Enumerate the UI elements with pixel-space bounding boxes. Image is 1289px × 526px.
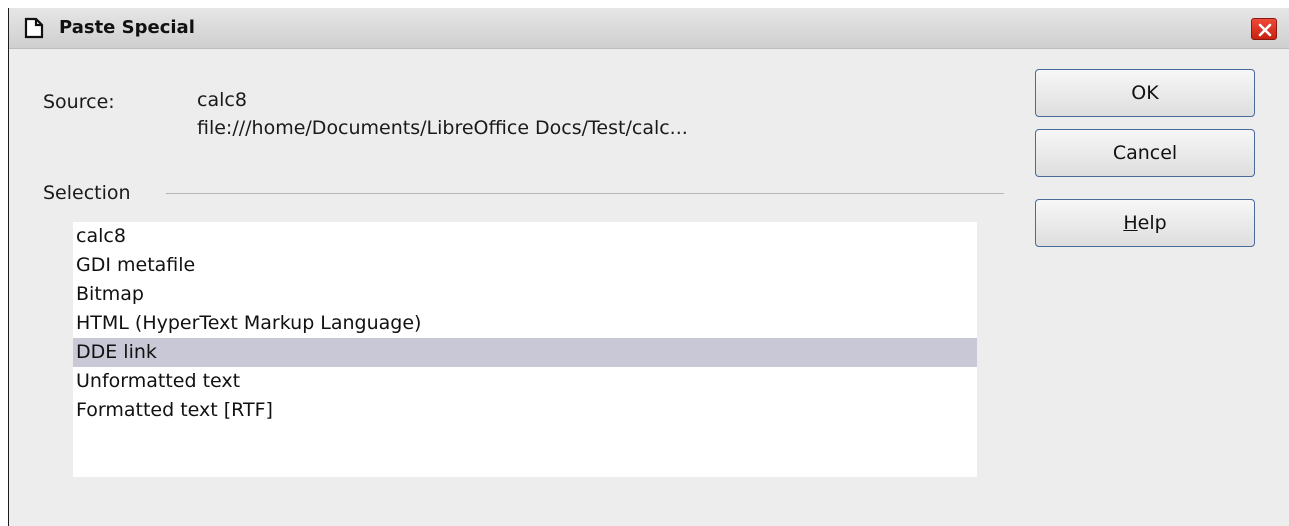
close-button[interactable] — [1251, 18, 1277, 40]
selection-separator — [166, 193, 1004, 194]
document-icon — [23, 17, 45, 39]
list-item[interactable]: calc8 — [73, 222, 977, 251]
source-name: calc8 — [197, 89, 247, 111]
list-item[interactable]: GDI metafile — [73, 251, 977, 280]
selection-group-label: Selection — [43, 182, 131, 204]
title-bar[interactable]: Paste Special — [9, 8, 1289, 49]
ok-button[interactable]: OK — [1035, 69, 1255, 117]
close-icon — [1258, 23, 1272, 37]
list-item-selected[interactable]: DDE link — [73, 338, 977, 367]
selection-listbox[interactable]: calc8 GDI metafile Bitmap HTML (HyperTex… — [73, 222, 977, 477]
cancel-button[interactable]: Cancel — [1035, 129, 1255, 177]
help-mnemonic: H — [1123, 212, 1138, 234]
list-item[interactable]: Formatted text [RTF] — [73, 396, 977, 425]
source-path: file:///home/Documents/LibreOffice Docs/… — [197, 117, 688, 139]
list-item[interactable]: Unformatted text — [73, 367, 977, 396]
help-label-rest: elp — [1137, 212, 1167, 234]
list-item[interactable]: Bitmap — [73, 280, 977, 309]
help-button[interactable]: Help — [1035, 199, 1255, 247]
list-item[interactable]: HTML (HyperText Markup Language) — [73, 309, 977, 338]
source-label: Source: — [43, 91, 115, 113]
window-top-edge — [0, 0, 1289, 8]
dialog-title: Paste Special — [59, 17, 195, 38]
paste-special-dialog: Paste Special Source: calc8 file:///home… — [8, 8, 1289, 526]
